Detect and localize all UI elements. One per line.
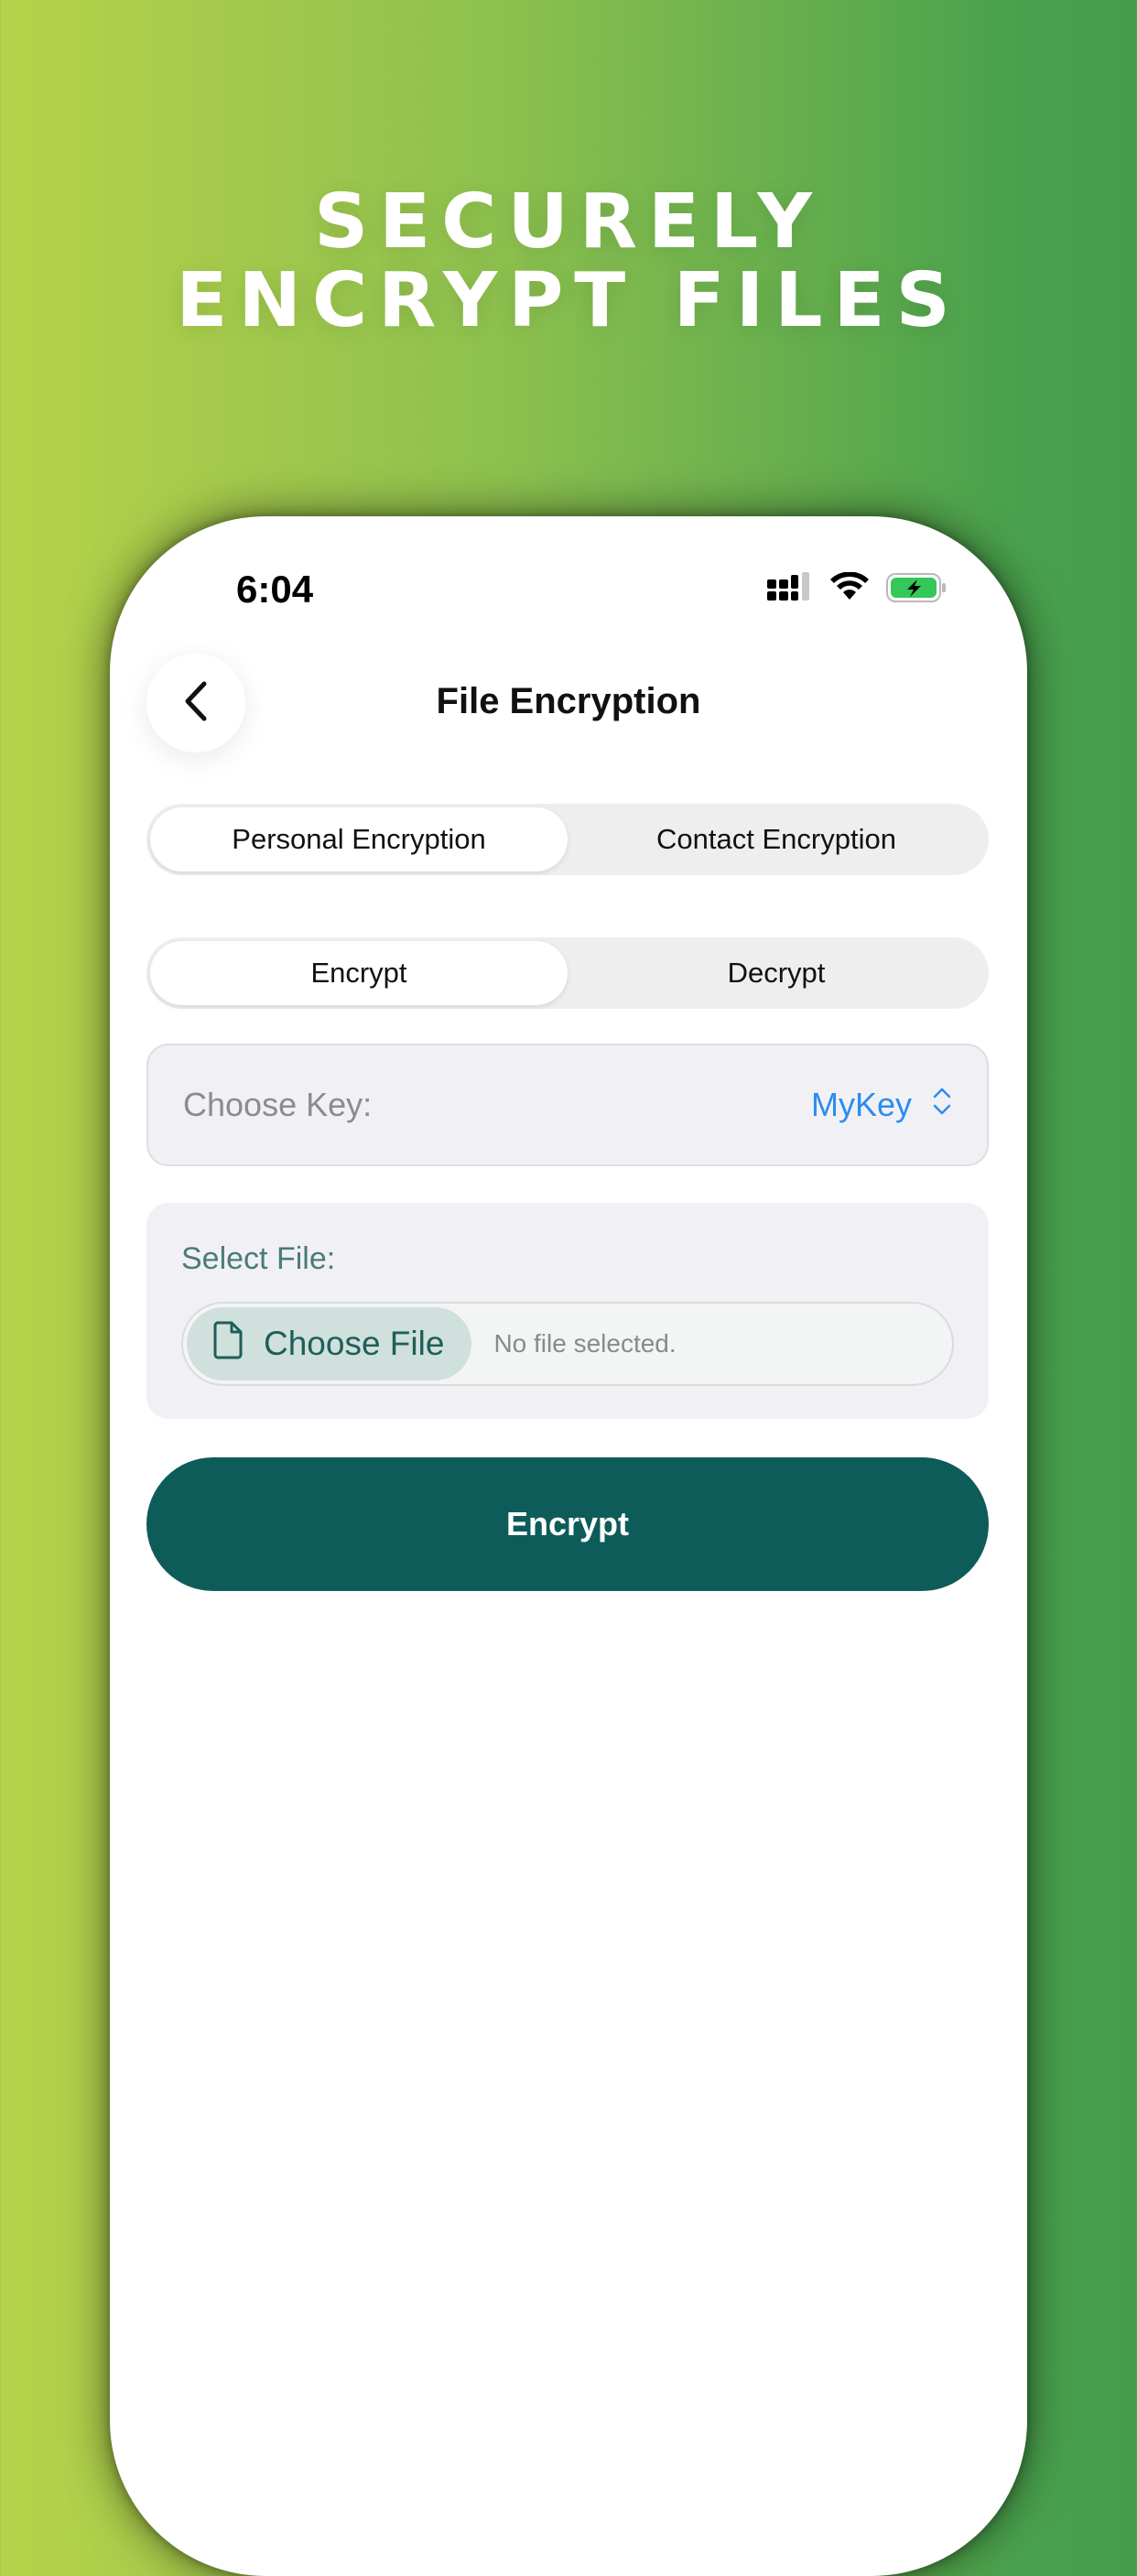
file-status-text: No file selected. (493, 1329, 677, 1358)
status-icons (767, 570, 948, 608)
action-switcher: Encrypt Decrypt (146, 937, 989, 1009)
choose-file-button[interactable]: Choose File (187, 1307, 472, 1380)
promo-headline-line2: ENCRYPT FILES (176, 257, 961, 344)
promo-headline-line1: SECURELY (314, 179, 823, 265)
key-picker-select[interactable]: MyKey (811, 1086, 952, 1125)
phone-frame: 6:04 File Encryption Personal Encryption… (110, 516, 1027, 2576)
tab-encrypt[interactable]: Encrypt (150, 941, 568, 1005)
page-title: File Encryption (436, 681, 701, 721)
choose-file-label: Choose File (264, 1325, 445, 1362)
chevron-up-down-icon (932, 1086, 952, 1125)
tab-personal-encryption[interactable]: Personal Encryption (150, 807, 568, 871)
promo-headline: SECURELY ENCRYPT FILES (0, 183, 1137, 341)
tab-decrypt[interactable]: Decrypt (568, 941, 985, 1005)
file-select-label: Select File: (181, 1241, 336, 1276)
encryption-mode-switcher: Personal Encryption Contact Encryption (146, 804, 989, 875)
key-picker-row: Choose Key: MyKey (146, 1044, 989, 1166)
file-select-card: Select File: Choose File No file selecte… (146, 1203, 989, 1419)
file-input: Choose File No file selected. (181, 1302, 954, 1386)
tab-contact-encryption[interactable]: Contact Encryption (568, 807, 985, 871)
cellular-signal-icon (767, 571, 813, 608)
status-time: 6:04 (236, 568, 314, 611)
battery-charging-icon (886, 572, 948, 608)
document-icon (212, 1321, 244, 1368)
key-picker-label: Choose Key: (183, 1086, 373, 1123)
key-picker-value: MyKey (810, 1086, 912, 1123)
encrypt-button[interactable]: Encrypt (146, 1457, 989, 1591)
wifi-icon (829, 570, 870, 608)
